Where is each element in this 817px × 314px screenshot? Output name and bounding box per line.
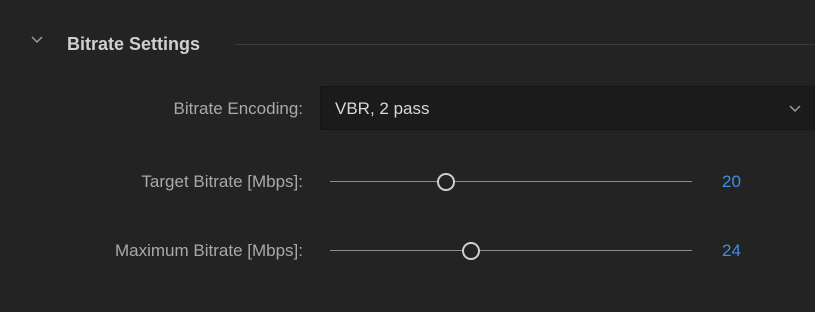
chevron-down-icon[interactable]: [30, 33, 44, 47]
bitrate-encoding-value: VBR, 2 pass: [335, 99, 430, 118]
maximum-bitrate-value[interactable]: 24: [722, 241, 741, 261]
bitrate-settings-panel: Bitrate Settings Bitrate Encoding: VBR, …: [0, 0, 817, 314]
section-title: Bitrate Settings: [67, 34, 201, 54]
section-divider: [235, 44, 815, 45]
maximum-bitrate-label: Maximum Bitrate [Mbps]:: [115, 241, 303, 260]
target-bitrate-value[interactable]: 20: [722, 172, 741, 192]
chevron-down-icon: [788, 102, 802, 116]
slider-thumb[interactable]: [462, 242, 481, 260]
bitrate-encoding-label: Bitrate Encoding:: [173, 99, 303, 118]
target-bitrate-label: Target Bitrate [Mbps]:: [141, 172, 303, 191]
slider-track: [330, 250, 692, 251]
section-header-bitrate-settings[interactable]: Bitrate Settings: [0, 22, 815, 66]
bitrate-encoding-dropdown[interactable]: VBR, 2 pass: [320, 86, 815, 130]
slider-thumb[interactable]: [436, 173, 455, 191]
maximum-bitrate-slider[interactable]: [330, 239, 692, 263]
target-bitrate-slider[interactable]: [330, 170, 692, 194]
slider-track: [330, 181, 692, 182]
